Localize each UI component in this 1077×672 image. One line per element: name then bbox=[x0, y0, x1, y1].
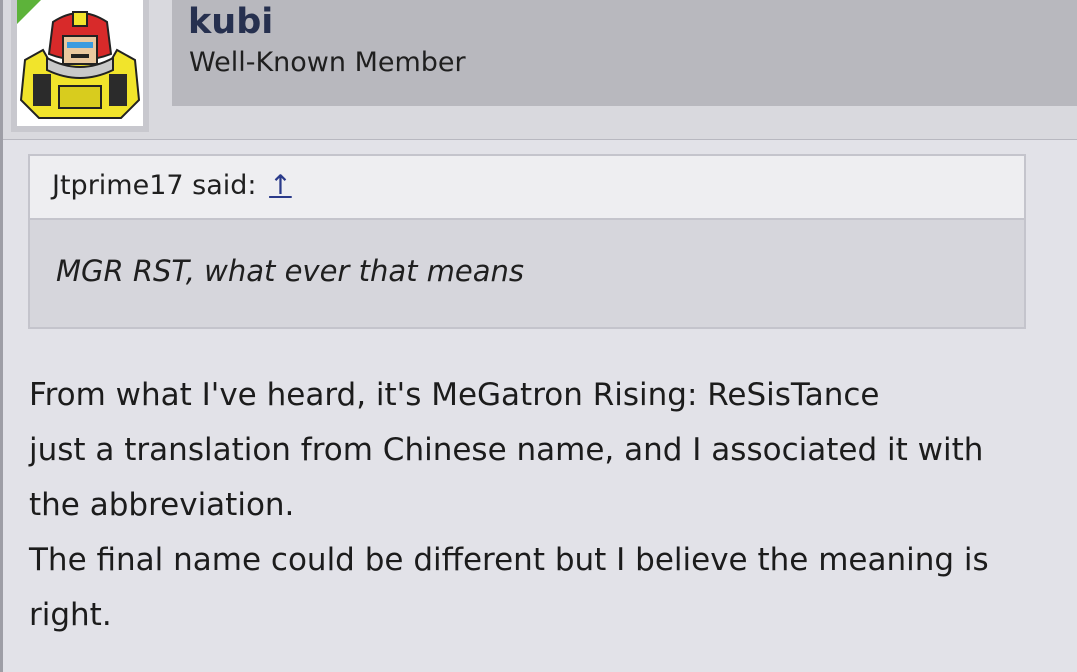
post-left-border bbox=[0, 140, 3, 672]
message-body: From what I've heard, it's MeGatron Risi… bbox=[29, 368, 1069, 643]
quote-header: Jtprime17 said: ↑ bbox=[30, 156, 1024, 220]
quote-attribution: Jtprime17 said: ↑ bbox=[52, 168, 292, 204]
message-line: From what I've heard, it's MeGatron Risi… bbox=[29, 377, 880, 413]
message-line: the abbreviation. bbox=[29, 487, 295, 523]
quote-text: MGR RST, what ever that means bbox=[56, 254, 525, 288]
quote-author: Jtprime17 bbox=[52, 170, 184, 201]
user-title: Well-Known Member bbox=[189, 47, 466, 78]
post-user-header: kubi Well-Known Member bbox=[0, 0, 1077, 140]
username-link[interactable]: kubi bbox=[188, 0, 273, 44]
message-line: right. bbox=[29, 597, 112, 633]
online-badge-icon bbox=[17, 0, 41, 24]
header-left-border bbox=[0, 0, 3, 140]
message-line: just a translation from Chinese name, an… bbox=[29, 432, 984, 468]
quote-said: said: bbox=[192, 170, 257, 201]
message-line: The final name could be different but I … bbox=[29, 542, 989, 578]
quote-block: Jtprime17 said: ↑ MGR RST, what ever tha… bbox=[28, 154, 1026, 329]
jump-to-quote-arrow-up-icon[interactable]: ↑ bbox=[269, 170, 292, 201]
